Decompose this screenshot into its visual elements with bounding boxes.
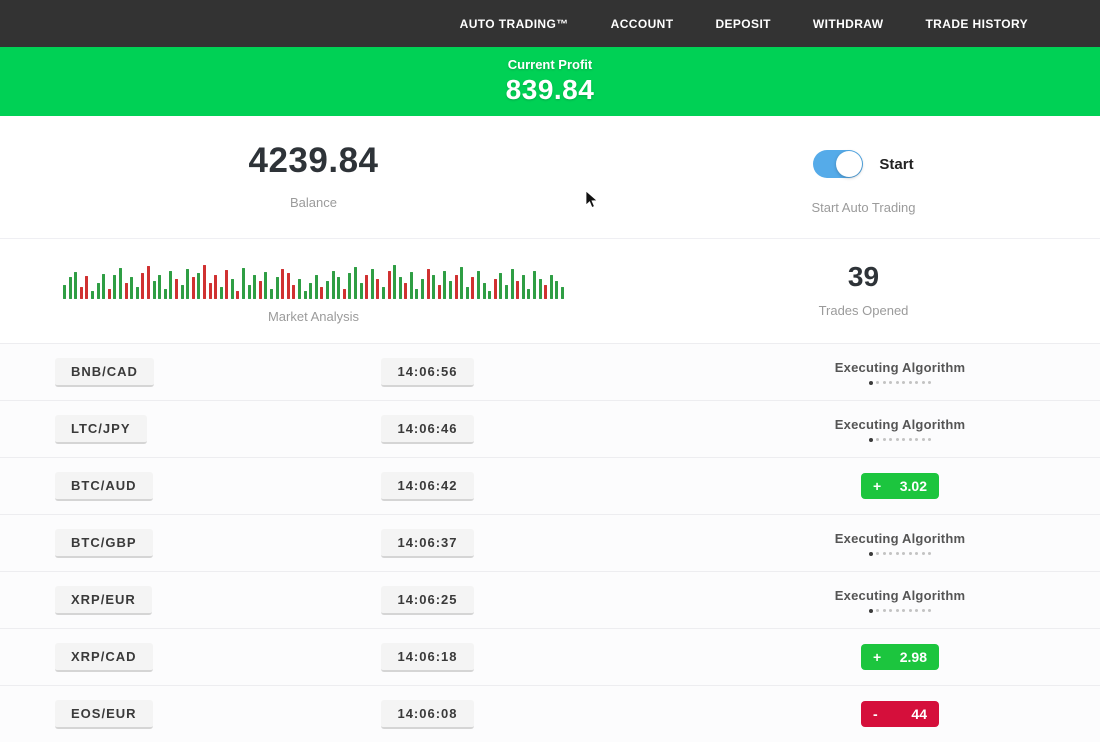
nav-item-trade-history[interactable]: TRADE HISTORY [925,17,1028,31]
table-row: BTC/GBP 14:06:37 Executing Algorithm [0,514,1100,571]
time-badge: 14:06:18 [381,643,473,672]
balance-label: Balance [290,195,337,210]
profit-value: 3.02 [900,478,927,494]
pair-badge: BNB/CAD [55,358,154,387]
trades-table: BNB/CAD 14:06:56 Executing Algorithm LTC… [0,343,1100,742]
time-badge: 14:06:42 [381,472,473,501]
status-label: Executing Algorithm [835,588,965,603]
time-badge: 14:06:37 [381,529,473,558]
profit-sign: + [873,478,881,494]
table-row: XRP/EUR 14:06:25 Executing Algorithm [0,571,1100,628]
auto-trading-toggle[interactable] [813,150,863,178]
market-section: Market Analysis 39 Trades Opened [0,238,1100,343]
nav-item-account[interactable]: ACCOUNT [611,17,674,31]
pair-badge: LTC/JPY [55,415,147,444]
progress-dots [869,438,932,442]
table-row: BTC/AUD 14:06:42 + 3.02 [0,457,1100,514]
pair-badge: BTC/AUD [55,472,153,501]
time-badge: 14:06:25 [381,586,473,615]
time-badge: 14:06:08 [381,700,473,729]
balance-section: 4239.84 Balance Start Start Auto Trading [0,116,1100,238]
toggle-label: Start [879,156,913,173]
pair-badge: BTC/GBP [55,529,153,558]
status-label: Executing Algorithm [835,360,965,375]
market-analysis-label: Market Analysis [268,309,359,324]
balance-value: 4239.84 [248,142,378,181]
top-navbar: AUTO TRADING™ ACCOUNT DEPOSIT WITHDRAW T… [0,0,1100,47]
toggle-knob [836,151,862,177]
trades-opened-value: 39 [848,261,879,293]
loss-badge: - 44 [861,701,939,727]
current-profit-label: Current Profit [508,57,593,72]
current-profit-banner: Current Profit 839.84 [0,47,1100,116]
pair-badge: EOS/EUR [55,700,153,729]
time-badge: 14:06:46 [381,415,473,444]
loss-value: 44 [911,706,927,722]
status-label: Executing Algorithm [835,531,965,546]
pair-badge: XRP/CAD [55,643,153,672]
table-row: BNB/CAD 14:06:56 Executing Algorithm [0,343,1100,400]
progress-dots [869,609,932,613]
nav-item-deposit[interactable]: DEPOSIT [715,17,770,31]
loss-sign: - [873,706,878,722]
pair-badge: XRP/EUR [55,586,152,615]
nav-item-withdraw[interactable]: WITHDRAW [813,17,884,31]
table-row: LTC/JPY 14:06:46 Executing Algorithm [0,400,1100,457]
profit-value: 2.98 [900,649,927,665]
time-badge: 14:06:56 [381,358,473,387]
auto-trading-label: Start Auto Trading [811,200,915,215]
nav-item-auto-trading[interactable]: AUTO TRADING™ [460,17,569,31]
market-analysis-chart [63,261,564,299]
profit-badge: + 2.98 [861,644,939,670]
trades-opened-label: Trades Opened [819,303,909,318]
progress-dots [869,381,932,385]
table-row: EOS/EUR 14:06:08 - 44 [0,685,1100,742]
status-label: Executing Algorithm [835,417,965,432]
progress-dots [869,552,932,556]
current-profit-value: 839.84 [506,74,595,106]
table-row: XRP/CAD 14:06:18 + 2.98 [0,628,1100,685]
profit-sign: + [873,649,881,665]
profit-badge: + 3.02 [861,473,939,499]
